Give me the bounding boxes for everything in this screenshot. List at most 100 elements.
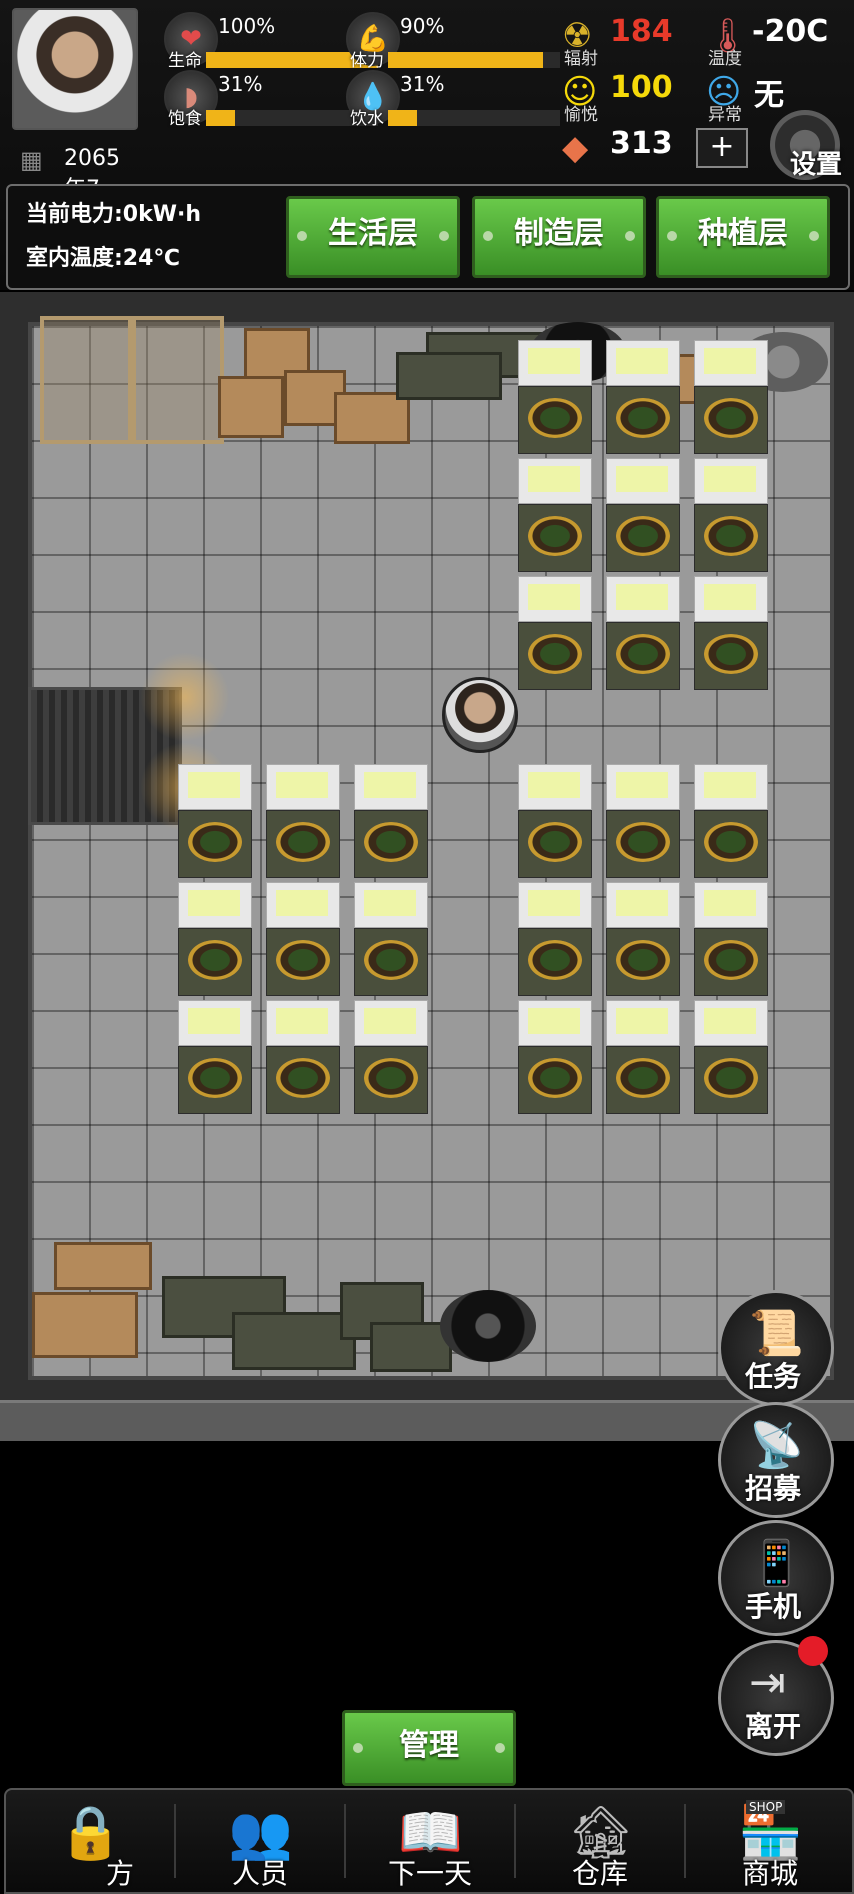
grow-lamp (616, 348, 668, 374)
nav-shop-label: 商城 (741, 1857, 798, 1890)
grow-lamp (704, 890, 756, 916)
tab-planting-layer[interactable]: 种植层 (656, 196, 830, 278)
tab-manufacturing-layer[interactable]: 制造层 (472, 196, 646, 278)
planter[interactable] (518, 1000, 592, 1114)
recruit-button[interactable]: 📡 招募 (718, 1402, 834, 1518)
grow-lamp (528, 1008, 580, 1034)
planter[interactable] (518, 764, 592, 878)
temperature-resource: 🌡 温度 -20C (706, 12, 846, 69)
tire-pile[interactable] (440, 1290, 536, 1362)
planter[interactable] (606, 576, 680, 690)
grow-lamp (276, 1008, 328, 1034)
planter[interactable] (694, 576, 768, 690)
grow-lamp (704, 348, 756, 374)
grow-lamp (528, 584, 580, 610)
nav-personnel-label: 人员 (231, 1857, 288, 1890)
plant-pot-icon (188, 940, 242, 980)
stone-slab[interactable] (396, 352, 502, 400)
planter[interactable] (178, 882, 252, 996)
plant-pot-icon (528, 822, 582, 862)
water-stat: 💧 31% 饮水 (346, 70, 566, 130)
plant-pot-icon (188, 822, 242, 862)
task-button[interactable]: 📜 任务 (718, 1290, 834, 1406)
planter[interactable] (694, 1000, 768, 1114)
plant-pot-icon (704, 634, 758, 674)
plant-pot-icon (704, 1058, 758, 1098)
planter[interactable] (606, 340, 680, 454)
planter[interactable] (178, 1000, 252, 1114)
stamina-label: 体力 (350, 51, 384, 71)
ammo-crate[interactable] (232, 1312, 356, 1370)
nav-item-shop[interactable]: 🏪 SHOP 商城 (686, 1790, 854, 1890)
planter[interactable] (354, 882, 428, 996)
water-bar-fill (388, 110, 418, 126)
recruit-label: 招募 (745, 1472, 802, 1505)
water-bar (388, 110, 560, 126)
planter[interactable] (518, 340, 592, 454)
bottom-nav: 🔒 方 👥 人员 📖 下一天 🏚 仓库 🏪 SHOP 商城 (4, 1788, 854, 1894)
plant-pot-icon (704, 940, 758, 980)
planter[interactable] (354, 1000, 428, 1114)
planter[interactable] (518, 576, 592, 690)
nav-item-next-day[interactable]: 📖 下一天 (346, 1790, 514, 1890)
planter[interactable] (694, 458, 768, 572)
crystal-value: 313 (610, 126, 673, 161)
plant-pot-icon (188, 1058, 242, 1098)
tab-living-layer[interactable]: 生活层 (286, 196, 460, 278)
radiation-resource: ☢ 辐射 184 (562, 12, 682, 69)
planter[interactable] (354, 764, 428, 878)
cart[interactable] (132, 316, 224, 444)
planter[interactable] (606, 764, 680, 878)
notification-badge (798, 1636, 828, 1666)
player-token[interactable] (442, 677, 518, 753)
exit-door-icon: ⇥ (749, 1657, 786, 1708)
planter[interactable] (266, 1000, 340, 1114)
task-label: 任务 (745, 1360, 802, 1393)
planter[interactable] (266, 764, 340, 878)
nav-item-personnel[interactable]: 👥 人员 (176, 1790, 344, 1890)
plant-pot-icon (704, 516, 758, 556)
plant-pot-icon (616, 1058, 670, 1098)
crate[interactable] (54, 1242, 152, 1290)
add-currency-button[interactable]: + (696, 128, 748, 168)
planter[interactable] (518, 458, 592, 572)
plant-pot-icon (364, 1058, 418, 1098)
top-hud: ❤ 100% 生命 💪 90% 体力 ◗ 31% 饱食 💧 31% 饮水 ☢ 辐… (0, 0, 854, 290)
crate[interactable] (32, 1292, 138, 1358)
cart[interactable] (40, 316, 132, 444)
satiety-bar-fill (206, 110, 236, 126)
stamina-bar-fill (388, 52, 543, 68)
grow-lamp (528, 348, 580, 374)
crate[interactable] (218, 376, 284, 438)
grow-lamp (276, 772, 328, 798)
settings-button[interactable]: 设置 (766, 106, 848, 186)
nav-item-warehouse[interactable]: 🏚 仓库 (516, 1790, 684, 1890)
water-value: 31% (400, 72, 445, 96)
nav-item-locked[interactable]: 🔒 方 (6, 1790, 174, 1890)
shop-sign: SHOP (746, 1800, 786, 1814)
plant-pot-icon (528, 516, 582, 556)
grow-lamp (704, 772, 756, 798)
phone-button[interactable]: 📱 手机 (718, 1520, 834, 1636)
grow-lamp (704, 466, 756, 492)
wall-lamp-glow (140, 652, 230, 742)
planting-floor-map[interactable] (0, 292, 854, 1441)
planter[interactable] (606, 882, 680, 996)
planter[interactable] (266, 882, 340, 996)
planter[interactable] (694, 340, 768, 454)
radiation-value: 184 (610, 14, 673, 49)
water-label: 饮水 (350, 109, 384, 129)
plant-pot-icon (528, 398, 582, 438)
planter[interactable] (518, 882, 592, 996)
plant-pot-icon (276, 822, 330, 862)
plant-pot-icon (616, 634, 670, 674)
planter[interactable] (606, 458, 680, 572)
planter[interactable] (606, 1000, 680, 1114)
manage-button[interactable]: 管理 (342, 1710, 516, 1786)
player-avatar[interactable] (12, 8, 138, 130)
crystal-icon: ◆ (562, 128, 589, 168)
planter[interactable] (178, 764, 252, 878)
planter[interactable] (694, 764, 768, 878)
planter[interactable] (694, 882, 768, 996)
life-value: 100% (218, 14, 276, 38)
